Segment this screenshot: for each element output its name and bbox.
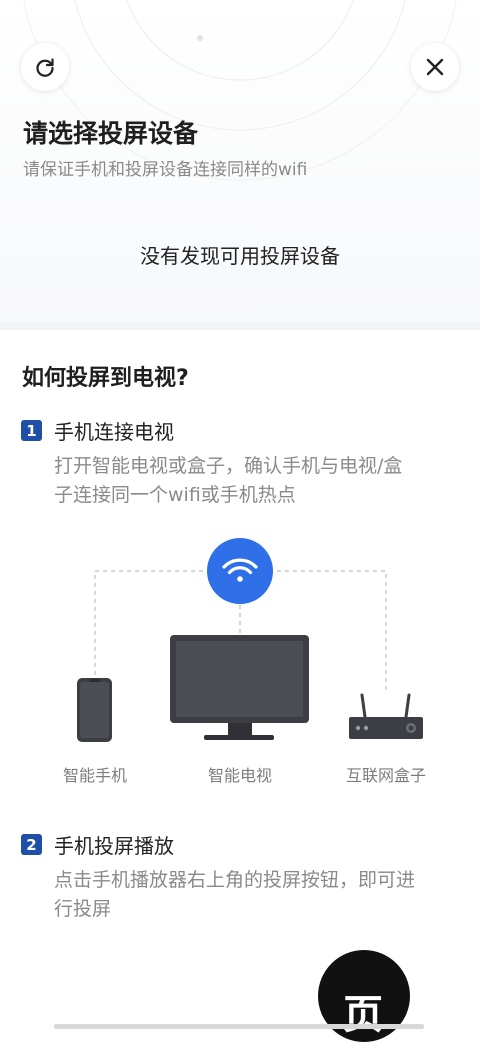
no-devices-message: 没有发现可用投屏设备 bbox=[140, 244, 340, 268]
step-1-title: 手机连接电视 bbox=[54, 420, 174, 444]
page-subtitle: 请保证手机和投屏设备连接同样的wifi bbox=[23, 160, 308, 180]
step-1-description-line: 子连接同一个wifi或手机热点 bbox=[54, 484, 296, 506]
connection-diagram bbox=[77, 538, 423, 742]
step-2-title: 手机投屏播放 bbox=[54, 834, 174, 858]
fab-glyph: 页 bbox=[343, 992, 383, 1038]
step-1-description-line: 打开智能电视或盒子，确认手机与电视/盒 bbox=[54, 455, 403, 477]
step-1-description: 打开智能电视或盒子，确认手机与电视/盒 子连接同一个wifi或手机热点 bbox=[54, 452, 464, 510]
step-2-description-line: 行投屏 bbox=[54, 898, 112, 920]
diagram-label-phone: 智能手机 bbox=[62, 766, 127, 785]
close-button[interactable] bbox=[411, 43, 459, 91]
bottom-handle bbox=[54, 1024, 424, 1029]
step-1-number: 1 bbox=[21, 420, 42, 441]
smartphone-icon bbox=[77, 678, 112, 742]
refresh-icon bbox=[36, 58, 54, 77]
diagram-label-box: 互联网盒子 bbox=[345, 766, 426, 785]
step-2-number: 2 bbox=[21, 834, 42, 855]
smart-tv-icon bbox=[170, 635, 309, 740]
page-title: 请选择投屏设备 bbox=[23, 119, 199, 148]
section-divider bbox=[0, 322, 480, 330]
wifi-icon bbox=[207, 538, 273, 604]
diagram-label-tv: 智能电视 bbox=[207, 766, 272, 785]
refresh-button[interactable] bbox=[21, 43, 69, 91]
device-picker-header: 请选择投屏设备 请保证手机和投屏设备连接同样的wifi 没有发现可用投屏设备 bbox=[0, 0, 480, 322]
internet-box-icon bbox=[349, 693, 423, 739]
guide-title: 如何投屏到电视? bbox=[22, 366, 189, 391]
close-icon bbox=[426, 58, 444, 76]
step-2-description: 点击手机播放器右上角的投屏按钮，即可进 行投屏 bbox=[54, 866, 464, 924]
step-2-description-line: 点击手机播放器右上角的投屏按钮，即可进 bbox=[54, 869, 416, 891]
